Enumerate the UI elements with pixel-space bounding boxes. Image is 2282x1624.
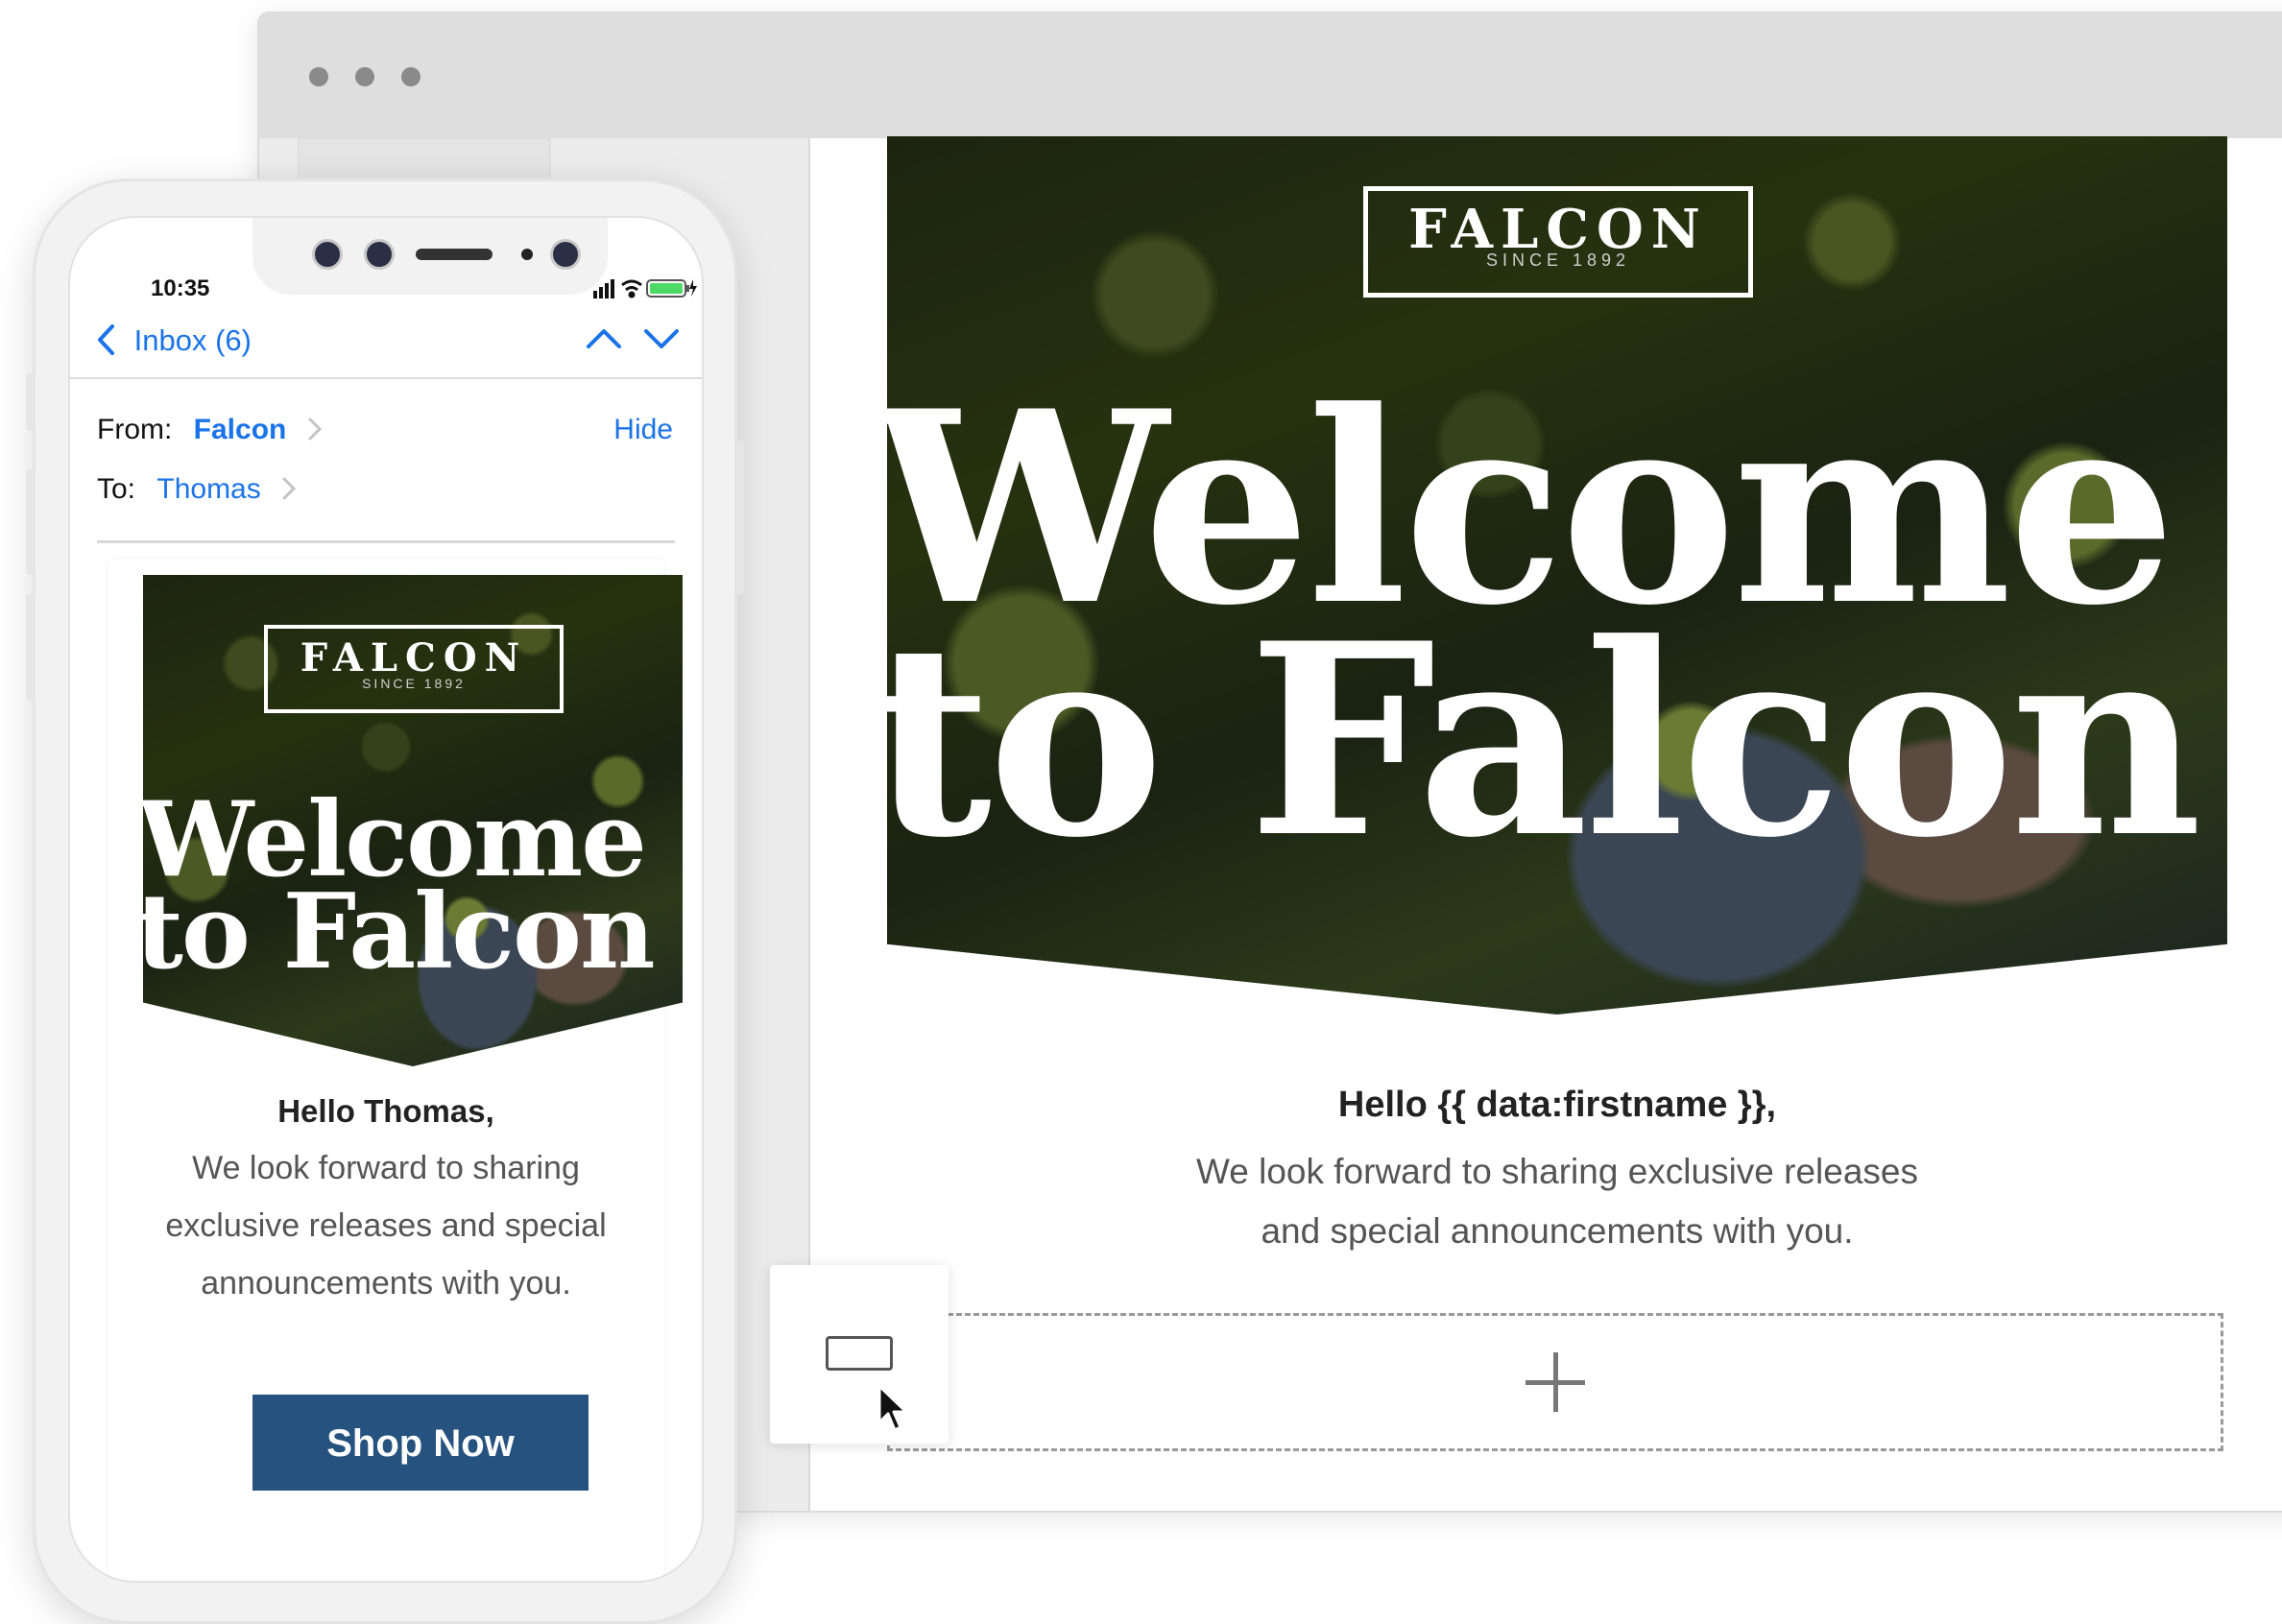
chevron-right-icon: [308, 418, 322, 441]
status-icons: [593, 279, 697, 299]
from-row: From: Falcon: [97, 414, 324, 446]
shop-now-button[interactable]: Shop Now: [252, 1395, 589, 1491]
chevron-up-icon[interactable]: [585, 320, 623, 358]
phone-side-button: [26, 469, 36, 575]
block-icon: [826, 1336, 893, 1371]
falcon-logo: FALCON SINCE 1892: [264, 625, 564, 713]
phone-screen: 10:35 Inbox (6) From: Falcon Hide To: Th…: [68, 216, 704, 1583]
body-text: We look forward to sharing exclusive rel…: [1133, 1142, 1982, 1261]
greeting-text: Hello Thomas,: [277, 1093, 494, 1129]
mail-nav-bar: Inbox (6): [70, 310, 702, 379]
body-line: exclusive releases and special: [165, 1207, 607, 1244]
body-line: We look forward to sharing exclusive rel…: [1196, 1152, 1918, 1191]
hide-link[interactable]: Hide: [613, 414, 673, 446]
window-dot-icon[interactable]: [355, 67, 374, 86]
wifi-icon: [621, 279, 642, 299]
browser-titlebar: [259, 13, 2282, 138]
chevron-right-icon: [282, 477, 297, 500]
from-sender-link[interactable]: Falcon: [194, 414, 287, 445]
hero-image: FALCON SINCE 1892 Welcome to Falcon: [887, 136, 2227, 1015]
status-time: 10:35: [151, 275, 210, 301]
chevron-left-icon: [98, 324, 114, 355]
hero-headline-line2: to Falcon: [143, 872, 656, 992]
block-tool-button[interactable]: [770, 1265, 949, 1444]
camera-icon: [550, 239, 581, 270]
cursor-icon: [877, 1384, 908, 1432]
phone-side-button: [734, 441, 744, 594]
window-dot-icon[interactable]: [401, 67, 420, 86]
phone-side-button: [26, 594, 36, 700]
hero-headline-line2: to Falcon: [887, 585, 2202, 896]
signal-icon: [593, 279, 614, 299]
window-dot-icon[interactable]: [309, 67, 328, 86]
battery-icon: [646, 279, 697, 298]
chevron-down-icon[interactable]: [642, 320, 681, 358]
greeting-text: Hello {{ data:firstname }},: [1337, 1085, 1777, 1125]
body-line: and special announcements with you.: [1261, 1211, 1854, 1251]
falcon-logo: FALCON SINCE 1892: [1363, 186, 1753, 298]
plus-icon[interactable]: [1525, 1352, 1585, 1412]
logo-since: SINCE 1892: [362, 676, 466, 691]
phone-side-button: [26, 373, 36, 431]
to-row: To: Thomas: [97, 473, 298, 506]
phone-device: 10:35 Inbox (6) From: Falcon Hide To: Th…: [26, 179, 744, 1624]
add-block-dropzone[interactable]: [887, 1313, 2223, 1451]
sidebar-panel: [298, 138, 551, 180]
hero-image: FALCON SINCE 1892 Welcome to Falcon: [143, 575, 683, 1066]
message-nav-arrows: [585, 320, 681, 363]
to-label: To:: [97, 473, 136, 505]
sensor-icon: [521, 249, 533, 260]
header-divider: [97, 540, 675, 543]
phone-notch: [252, 218, 608, 295]
inbox-back-button[interactable]: Inbox (6): [95, 323, 252, 358]
to-recipient-link[interactable]: Thomas: [156, 473, 260, 505]
body-line: We look forward to sharing: [192, 1150, 580, 1186]
camera-icon: [312, 239, 343, 270]
inbox-label: Inbox (6): [133, 323, 252, 357]
logo-since: SINCE 1892: [1485, 251, 1631, 270]
speaker-icon: [416, 249, 492, 260]
camera-icon: [364, 239, 395, 270]
body-line: announcements with you.: [201, 1265, 571, 1302]
from-label: From:: [97, 414, 173, 445]
body-text: We look forward to sharing exclusive rel…: [137, 1139, 635, 1312]
